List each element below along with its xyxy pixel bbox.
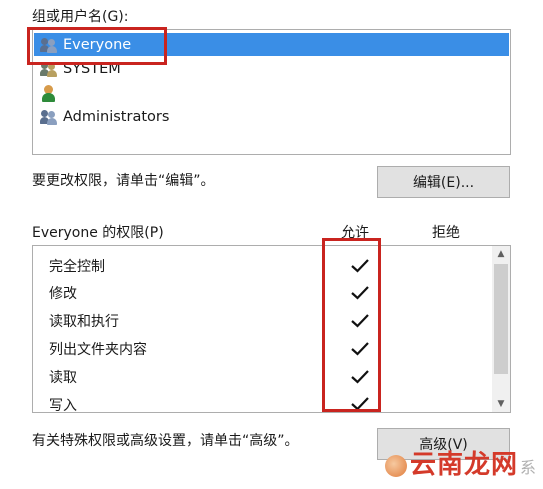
permission-row: 列出文件夹内容	[49, 339, 147, 359]
permission-name: 修改	[49, 286, 77, 302]
group-icon	[40, 108, 58, 126]
user-name: Administrators	[63, 108, 170, 125]
watermark-icon	[384, 454, 407, 477]
user-item-blurred[interactable]	[34, 81, 509, 104]
edit-button[interactable]: 编辑(E)...	[377, 166, 510, 198]
advanced-hint: 有关特殊权限或高级设置，请单击“高级”。	[32, 433, 299, 449]
user-item-administrators[interactable]: Administrators	[34, 105, 509, 128]
watermark-text: 云南龙网	[409, 450, 518, 480]
permission-row: 读取	[49, 367, 77, 387]
scroll-thumb[interactable]	[494, 264, 508, 374]
watermark-suffix: 系	[519, 458, 537, 477]
scroll-down-icon[interactable]: ▼	[492, 396, 510, 412]
permission-row: 读取和执行	[49, 311, 119, 331]
permission-row: 完全控制	[49, 256, 105, 276]
watermark-logo: 云南龙网系	[384, 444, 537, 481]
permission-row: 修改	[49, 283, 77, 303]
scroll-up-icon[interactable]: ▲	[492, 246, 510, 262]
permissions-label: Everyone 的权限(P)	[32, 225, 164, 241]
edit-hint: 要更改权限，请单击“编辑”。	[32, 173, 215, 189]
permission-name: 写入	[49, 398, 77, 413]
permission-row: 写入	[49, 395, 77, 413]
permission-name: 读取和执行	[49, 314, 119, 330]
permission-name: 完全控制	[49, 259, 105, 275]
users-label: 组或用户名(G):	[32, 9, 129, 25]
permission-name: 列出文件夹内容	[49, 342, 147, 358]
permission-name: 读取	[49, 370, 77, 386]
user-icon	[40, 84, 58, 102]
permissions-scrollbar[interactable]: ▲ ▼	[492, 246, 510, 412]
permissions-list[interactable]: 完全控制 修改 读取和执行 列出文件夹内容 读取 写入 ▲ ▼	[32, 245, 511, 413]
highlight-box-allow-column	[322, 238, 381, 412]
deny-header: 拒绝	[432, 225, 460, 241]
highlight-box-everyone	[27, 27, 167, 65]
